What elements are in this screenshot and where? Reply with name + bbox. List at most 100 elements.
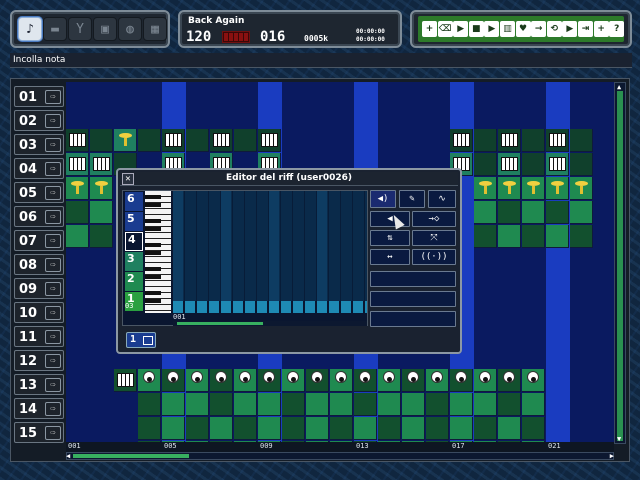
octave-selector[interactable]: 5	[125, 212, 143, 231]
track-label[interactable]: 02 ⇨	[14, 110, 64, 131]
pattern-cell[interactable]	[90, 225, 113, 248]
pattern-cell[interactable]	[258, 129, 281, 152]
track-menu-icon[interactable]: ⇨	[45, 330, 61, 344]
pattern-cell[interactable]	[546, 153, 569, 176]
pattern-cell[interactable]	[210, 369, 233, 392]
pattern-cell[interactable]	[546, 129, 569, 152]
pattern-cell[interactable]	[138, 369, 161, 392]
pattern-cell[interactable]	[306, 417, 329, 440]
track-label[interactable]: 12 ⇨	[14, 350, 64, 371]
play-icon[interactable]: ▶	[453, 21, 469, 37]
vibrato-tool-icon[interactable]: ((·))	[412, 249, 456, 265]
black-key[interactable]	[145, 203, 161, 207]
pattern-cell[interactable]	[402, 417, 425, 440]
pattern-cell[interactable]	[354, 369, 377, 392]
grid-icon[interactable]: ▦	[143, 17, 167, 41]
slide-tool-icon[interactable]: →◇	[412, 211, 456, 227]
black-key[interactable]	[145, 299, 161, 303]
play-pattern-icon[interactable]: ▶	[484, 21, 500, 37]
pattern-cell[interactable]	[258, 393, 281, 416]
octave-selector[interactable]: 6	[125, 192, 143, 211]
pattern-cell[interactable]	[66, 201, 89, 224]
track-label[interactable]: 11 ⇨	[14, 326, 64, 347]
black-key[interactable]	[145, 251, 161, 255]
track-menu-icon[interactable]: ⇨	[45, 138, 61, 152]
pattern-cell[interactable]	[90, 177, 113, 200]
riff-editor-titlebar[interactable]: ✕ Editor del riff (user0026)	[120, 172, 458, 186]
pattern-cell[interactable]	[66, 153, 89, 176]
pattern-cell[interactable]	[474, 201, 497, 224]
pattern-cell[interactable]	[546, 201, 569, 224]
pattern-cell[interactable]	[450, 369, 473, 392]
riff-number-button[interactable]: 1	[126, 332, 156, 348]
pattern-cell[interactable]	[138, 417, 161, 440]
riff-note-grid[interactable]	[173, 191, 367, 301]
pattern-cell[interactable]	[522, 369, 545, 392]
track-label[interactable]: 04 ⇨	[14, 158, 64, 179]
pen-tool-icon[interactable]: ✎	[399, 190, 425, 208]
pattern-cell[interactable]	[546, 177, 569, 200]
pattern-cell[interactable]	[138, 393, 161, 416]
vertical-scroll-thumb[interactable]	[617, 91, 623, 441]
pattern-cell[interactable]	[330, 393, 353, 416]
pattern-cell[interactable]	[330, 369, 353, 392]
pattern-cell[interactable]	[570, 177, 593, 200]
pattern-cell[interactable]	[354, 417, 377, 440]
pattern-cell[interactable]	[306, 393, 329, 416]
pattern-cell[interactable]	[210, 417, 233, 440]
pattern-cell[interactable]	[450, 393, 473, 416]
track-label[interactable]: 05 ⇨	[14, 182, 64, 203]
track-menu-icon[interactable]: ⇨	[45, 162, 61, 176]
speaker-tool-icon[interactable]: ◀)	[370, 190, 396, 208]
pattern-cell[interactable]	[210, 393, 233, 416]
scroll-down-icon[interactable]: ▼	[617, 435, 621, 443]
pattern-cell[interactable]	[474, 417, 497, 440]
ear-icon[interactable]: ♪	[18, 17, 42, 41]
pattern-cell[interactable]	[378, 393, 401, 416]
shuffle-tool-icon[interactable]: ⤧	[412, 230, 456, 246]
track-menu-icon[interactable]: ⇨	[45, 426, 61, 440]
pattern-cell[interactable]	[498, 129, 521, 152]
pattern-cell[interactable]	[186, 417, 209, 440]
pattern-cell[interactable]	[90, 129, 113, 152]
pattern-cell[interactable]	[66, 225, 89, 248]
black-key[interactable]	[145, 243, 161, 247]
pattern-cell[interactable]	[162, 417, 185, 440]
pattern-cell[interactable]	[378, 417, 401, 440]
pattern-cell[interactable]	[162, 369, 185, 392]
funnel-icon[interactable]: Y	[68, 17, 92, 41]
pattern-cell[interactable]	[258, 417, 281, 440]
pattern-cell[interactable]	[234, 393, 257, 416]
pattern-cell[interactable]	[90, 153, 113, 176]
track-menu-icon[interactable]: ⇨	[45, 210, 61, 224]
heart-icon[interactable]: ♥	[515, 21, 531, 37]
pattern-cell[interactable]	[354, 393, 377, 416]
track-menu-icon[interactable]: ⇨	[45, 306, 61, 320]
pattern-cell[interactable]	[186, 369, 209, 392]
scroll-left-icon[interactable]: ◀	[66, 452, 70, 460]
scroll-up-icon[interactable]: ▲	[617, 83, 621, 91]
stop-icon[interactable]: ■	[468, 21, 484, 37]
riff-scrollbar[interactable]	[173, 321, 367, 326]
pattern-cell[interactable]	[234, 129, 257, 152]
pattern-cell[interactable]	[186, 129, 209, 152]
pattern-cell[interactable]	[258, 369, 281, 392]
plus-icon[interactable]: +	[593, 21, 609, 37]
riff-volume-slider[interactable]	[370, 271, 456, 287]
pattern-cell[interactable]	[426, 369, 449, 392]
track-menu-icon[interactable]: ⇨	[45, 282, 61, 296]
arrow-right-icon[interactable]: →	[531, 21, 547, 37]
octave-selector[interactable]: 3	[125, 252, 143, 271]
track-menu-icon[interactable]: ⇨	[45, 258, 61, 272]
track-label[interactable]: 08 ⇨	[14, 254, 64, 275]
black-key[interactable]	[145, 275, 161, 279]
pattern-cell[interactable]	[282, 393, 305, 416]
track-label[interactable]: 06 ⇨	[14, 206, 64, 227]
loop-icon[interactable]: ⟲	[546, 21, 562, 37]
pattern-cell[interactable]	[570, 153, 593, 176]
piano-icon[interactable]: ▥	[500, 21, 515, 37]
pattern-cell[interactable]	[522, 417, 545, 440]
black-key[interactable]	[145, 195, 161, 199]
pattern-cell[interactable]	[402, 369, 425, 392]
pattern-cell[interactable]	[570, 129, 593, 152]
